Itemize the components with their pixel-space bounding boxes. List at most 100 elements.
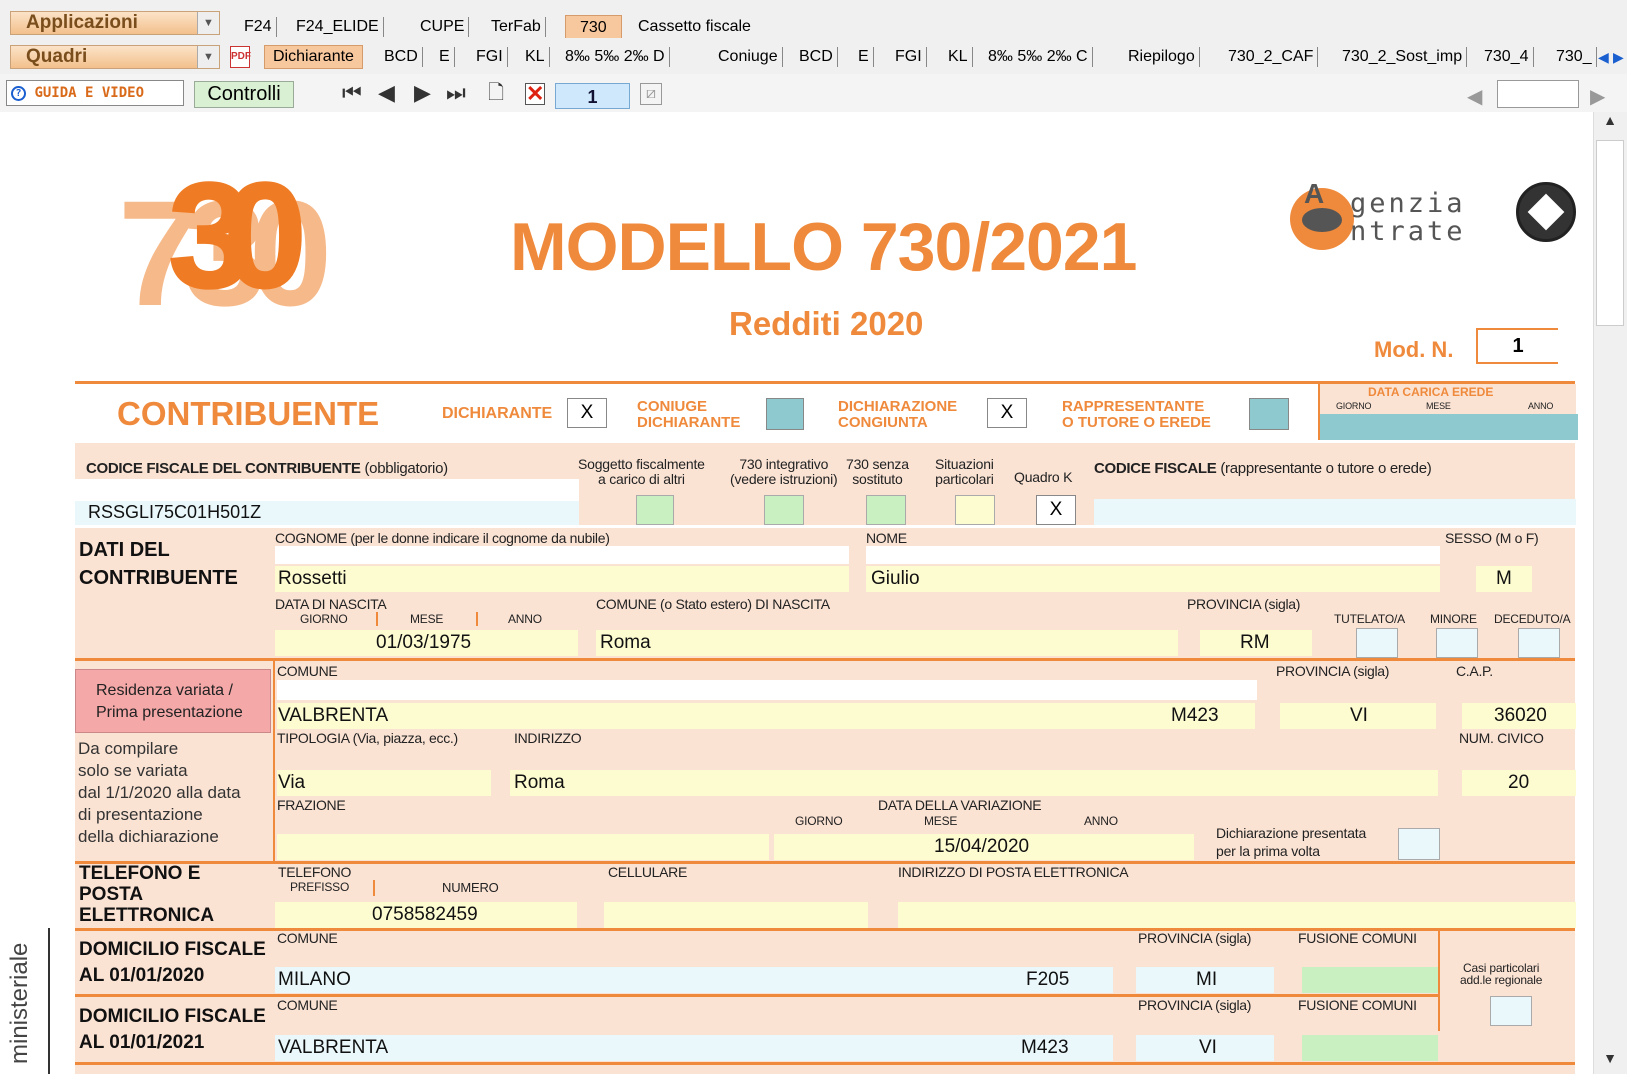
codice-rapp-bold: CODICE FISCALE [1094, 460, 1217, 477]
scroll-up-icon[interactable]: ▲ [1596, 112, 1624, 138]
domicilio2020-fusione-field[interactable] [1302, 967, 1438, 993]
quadri-tab-7[interactable]: BCD [795, 47, 838, 67]
residenza-variata-button[interactable]: Residenza variata / Prima presentazione [75, 669, 271, 733]
cellulare-field[interactable] [604, 902, 868, 928]
quadri-tab-3[interactable]: FGI [472, 47, 508, 67]
edit-page-icon[interactable]: ⧄ [640, 83, 662, 105]
controlli-button[interactable]: Controlli [194, 81, 294, 108]
comune-nascita-field[interactable] [596, 630, 1178, 656]
nome-gap [866, 546, 1440, 564]
casi-particolari-field[interactable] [1490, 996, 1532, 1026]
integrativo-field[interactable] [764, 495, 804, 525]
frazione-field[interactable] [277, 834, 769, 860]
codice-fiscale-label-rest: (obbligatorio) [364, 460, 448, 477]
quadri-tab-14[interactable]: 730_2_Sost_imp [1338, 47, 1468, 67]
scroll-left-icon[interactable]: ◀ [1598, 49, 1609, 66]
civico-value: 20 [1508, 772, 1530, 793]
bottom-divider [75, 1062, 1575, 1065]
quadro-k-checkbox[interactable]: X [1036, 495, 1076, 525]
domicilio2021-title: DOMICILIO FISCALE AL 01/01/2021 [79, 1004, 266, 1056]
next-page-icon[interactable]: ▶ [414, 82, 431, 104]
email-field[interactable] [898, 902, 1576, 928]
data-carica-erede-box: DATA CARICA EREDE GIORNO MESE ANNO [1318, 384, 1578, 440]
new-page-icon[interactable]: 🗋 [488, 82, 504, 104]
chevron-down-icon[interactable]: ▼ [197, 12, 219, 34]
domicilio2021-comune-field[interactable] [275, 1035, 1113, 1061]
situazioni-field[interactable] [955, 495, 995, 525]
dichiarante-label: DICHIARANTE [442, 405, 553, 422]
quadri-tab-6[interactable]: Coniuge [714, 47, 783, 67]
nascita-giorno-label: GIORNO [300, 612, 348, 626]
dati-contribuente-title: DATI DEL CONTRIBUENTE [79, 536, 238, 592]
indirizzo-field[interactable] [510, 770, 1438, 796]
minore-checkbox[interactable] [1436, 628, 1478, 658]
domicilio2021-comune-label: COMUNE [277, 997, 338, 1013]
tab-f24[interactable]: F24 [240, 17, 277, 37]
tutelato-checkbox[interactable] [1356, 628, 1398, 658]
quadri-tab-8[interactable]: E [854, 47, 874, 67]
delete-page-icon[interactable]: ✕ [525, 83, 545, 105]
quadri-tab-13[interactable]: 730_2_CAF [1224, 47, 1319, 67]
horizontal-scroll-field[interactable] [1497, 80, 1579, 108]
residenza-note: Da compilare solo se variata dal 1/1/202… [78, 738, 241, 848]
scroll-right-icon[interactable]: ▶ [1590, 84, 1605, 109]
congiunta-checkbox[interactable]: X [987, 398, 1027, 428]
side-label: ministeriale [6, 942, 33, 1064]
deceduto-checkbox[interactable] [1518, 628, 1560, 658]
tick [376, 612, 378, 626]
dati-title-line2: CONTRIBUENTE [79, 567, 238, 589]
quadri-tab-12[interactable]: Riepilogo [1124, 47, 1200, 67]
scroll-left-icon[interactable]: ◀ [1467, 84, 1482, 109]
data-carica-field[interactable] [1320, 414, 1578, 440]
cognome-label: COGNOME (per le donne indicare il cognom… [275, 530, 610, 546]
tab-terfab[interactable]: TerFab [487, 17, 546, 37]
cognome-field[interactable] [275, 566, 849, 592]
dichiarante-checkbox[interactable]: X [567, 398, 607, 428]
domicilio2020-title-line2: AL 01/01/2020 [79, 965, 205, 986]
quadri-tab-5[interactable]: 8‰ 5‰ 2‰ D [561, 47, 670, 67]
senza-sostituto-field[interactable] [866, 495, 906, 525]
tab-cupe[interactable]: CUPE [416, 17, 470, 37]
pdf-icon[interactable]: PDF [230, 46, 251, 68]
page-number-field[interactable]: 1 [555, 83, 630, 109]
guida-video-button[interactable]: ? GUIDA E VIDEO [6, 80, 184, 106]
applicazioni-combo[interactable]: Applicazioni ▼ [10, 11, 220, 35]
prima-volta-checkbox[interactable] [1398, 828, 1440, 860]
domicilio2020-comune-field[interactable] [275, 967, 1113, 993]
soggetto-field[interactable] [636, 495, 674, 525]
quadri-tab-4[interactable]: KL [521, 47, 550, 67]
first-page-icon[interactable]: ⏮ [342, 82, 362, 104]
domicilio2020-title-line1: DOMICILIO FISCALE [79, 939, 266, 960]
quadri-tab-15[interactable]: 730_4 [1480, 47, 1534, 67]
senza-line1: 730 senza [846, 456, 909, 472]
coniuge-checkbox[interactable] [766, 398, 804, 430]
domicilio2021-fusione-field[interactable] [1302, 1035, 1438, 1061]
provincia-nascita-label: PROVINCIA (sigla) [1187, 596, 1301, 612]
mod-n-field[interactable]: 1 [1476, 328, 1558, 364]
domicilio2021-title-line2: AL 01/01/2021 [79, 1032, 205, 1053]
chevron-down-icon[interactable]: ▼ [197, 46, 219, 68]
codice-rappresentante-field[interactable] [1094, 499, 1576, 525]
nome-field[interactable] [866, 566, 1440, 592]
tab-cassetto-fiscale[interactable]: Cassetto fiscale [634, 17, 755, 37]
residenza-note-line3: dal 1/1/2020 alla data [78, 783, 241, 802]
residenza-note-line5: della dichiarazione [78, 827, 219, 846]
last-page-icon[interactable]: ⏭ [446, 82, 466, 104]
quadri-tab-2[interactable]: E [435, 47, 455, 67]
quadri-tab-10[interactable]: KL [944, 47, 973, 67]
previous-page-icon[interactable]: ◀ [378, 82, 395, 104]
quadri-tab-9[interactable]: FGI [891, 47, 927, 67]
residenza-comune-field[interactable] [277, 703, 1255, 729]
quadri-combo[interactable]: Quadri ▼ [10, 45, 220, 69]
scroll-right-icon[interactable]: ▶ [1613, 49, 1624, 66]
scrollbar-thumb[interactable] [1596, 140, 1624, 326]
rappresentante-checkbox[interactable] [1249, 398, 1289, 430]
quadri-tab-11[interactable]: 8‰ 5‰ 2‰ C [984, 47, 1093, 67]
domicilio2020-provincia-value: MI [1196, 969, 1218, 990]
quadri-tab-0[interactable]: Dichiarante [264, 45, 363, 69]
quadri-tab-1[interactable]: BCD [380, 47, 423, 67]
quadri-tab-16[interactable]: 730_ [1552, 47, 1597, 67]
tab-f24-elide[interactable]: F24_ELIDE [292, 17, 384, 37]
tipologia-field[interactable] [277, 770, 491, 796]
scroll-down-icon[interactable]: ▼ [1596, 1050, 1624, 1072]
